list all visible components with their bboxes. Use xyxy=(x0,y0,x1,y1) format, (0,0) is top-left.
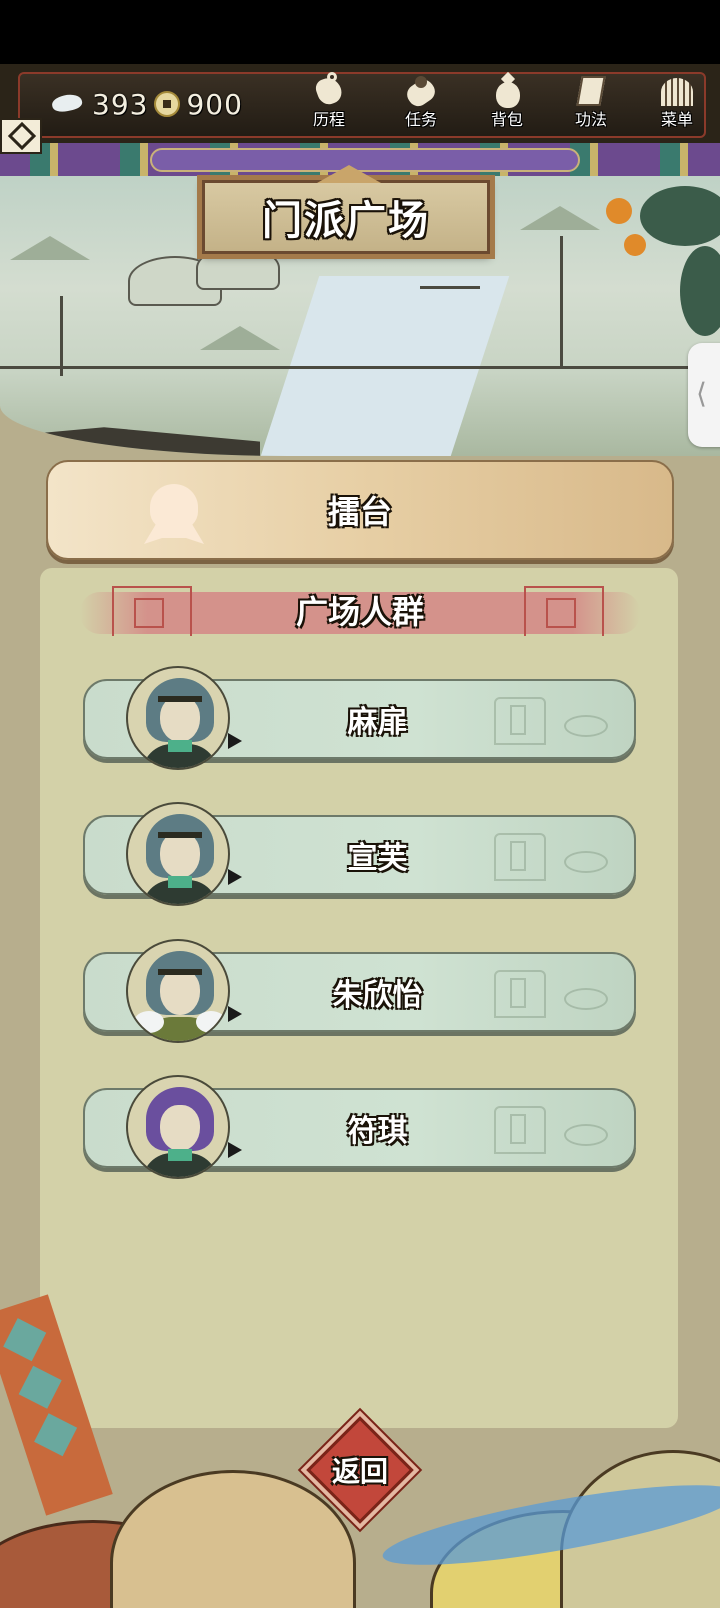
ink-line xyxy=(60,296,63,376)
speech-tail-icon xyxy=(228,1142,242,1158)
spirit-stone-icon xyxy=(50,93,86,115)
menu-skills-button[interactable]: 功法 xyxy=(556,72,626,140)
back-label: 返回 xyxy=(331,1455,388,1488)
fan-icon xyxy=(657,72,697,110)
speech-tail-icon xyxy=(228,733,242,749)
coin-icon xyxy=(154,91,181,117)
chevron-left-icon: ⟨ xyxy=(696,377,707,410)
npc-avatar[interactable] xyxy=(126,666,230,770)
title-plaque: 门派广场 xyxy=(202,180,490,254)
npc-avatar[interactable] xyxy=(126,802,230,906)
page-title: 门派广场 xyxy=(262,198,430,244)
back-button[interactable]: 返回 xyxy=(306,1416,414,1524)
side-drawer-handle[interactable]: ⟨ xyxy=(688,343,720,447)
decorative-band-center xyxy=(150,148,580,172)
spirit-stone-count: 393 xyxy=(92,87,149,121)
speech-tail-icon xyxy=(228,869,242,885)
ink-line xyxy=(560,236,563,366)
scroll-icon xyxy=(401,72,441,110)
ink-brush-edge xyxy=(0,427,260,456)
speech-tail-icon xyxy=(228,1006,242,1022)
fruit-shape xyxy=(624,234,646,256)
coin-count: 900 xyxy=(186,87,243,121)
game-screen: 393 900 历程 任务 背包 功法 菜单 门派广场 ⟨ 擂台 广场人群 麻扉… xyxy=(0,0,720,1608)
arena-button[interactable]: 擂台 xyxy=(46,460,674,560)
menu-history-button[interactable]: 历程 xyxy=(294,72,364,140)
book-icon xyxy=(571,72,611,110)
menu-tasks-button[interactable]: 任务 xyxy=(386,72,456,140)
fruit-shape xyxy=(606,198,632,224)
history-icon xyxy=(309,72,349,110)
menu-main-button[interactable]: 菜单 xyxy=(642,72,712,140)
ink-line xyxy=(420,286,480,289)
ink-line xyxy=(0,366,720,369)
leaf-shape xyxy=(680,246,720,336)
menu-bag-button[interactable]: 背包 xyxy=(472,72,542,140)
npc-avatar[interactable] xyxy=(126,939,230,1043)
roof-shape xyxy=(520,206,600,230)
roof-shape xyxy=(200,326,280,350)
top-bar: 393 900 历程 任务 背包 功法 菜单 xyxy=(0,64,720,147)
crowd-title: 广场人群 xyxy=(295,593,424,631)
arena-label: 擂台 xyxy=(327,493,392,531)
npc-avatar[interactable] xyxy=(126,1075,230,1179)
resource-display: 393 900 xyxy=(50,86,243,122)
roof-shape xyxy=(10,236,90,260)
leaf-shape xyxy=(640,186,720,246)
bag-icon xyxy=(487,72,527,110)
side-diamond-icon[interactable] xyxy=(0,118,42,154)
status-bar xyxy=(0,0,720,64)
